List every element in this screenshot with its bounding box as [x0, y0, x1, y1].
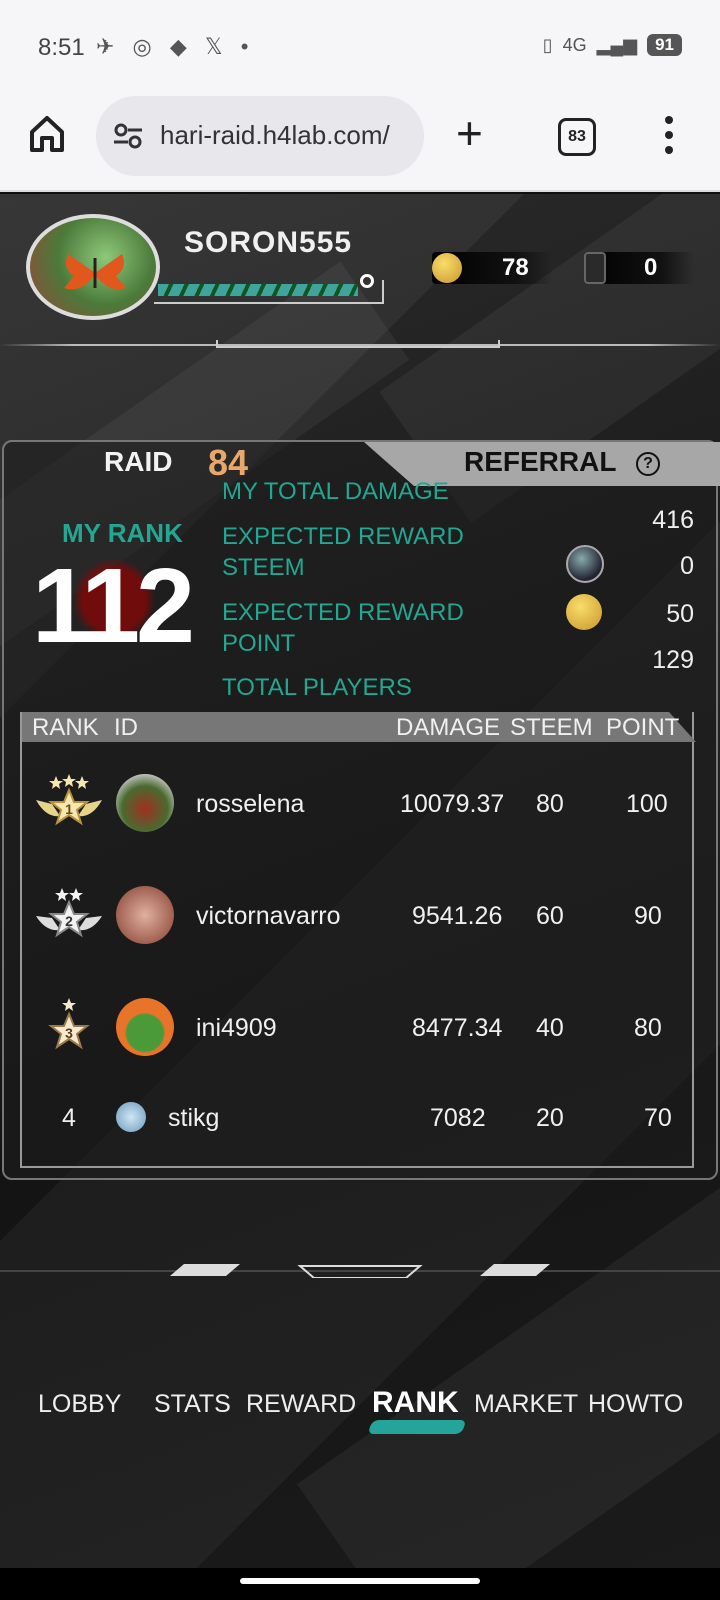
user-id: ini4909 — [196, 1014, 277, 1042]
user-avatar — [116, 998, 174, 1056]
address-bar[interactable]: hari-raid.h4lab.com/ — [96, 96, 424, 176]
ticket-amount: 0 — [644, 254, 658, 281]
user-id: victornavarro — [196, 902, 341, 930]
nav-divider-ornament — [170, 1264, 550, 1278]
bottom-nav: LOBBY STATS REWARD RANK MARKET HOWTO — [0, 1386, 720, 1434]
battery-icon: 91 — [647, 34, 682, 56]
nav-item-rank[interactable]: RANK — [372, 1386, 459, 1420]
ticket-icon — [584, 252, 606, 284]
rank-1-badge-icon: 1 — [36, 774, 102, 826]
reward-point-value: 50 — [666, 600, 694, 628]
experience-bar — [154, 274, 384, 304]
gesture-bar — [0, 1568, 720, 1600]
nav-item-market[interactable]: MARKET — [474, 1390, 578, 1419]
status-bar: 8:51 ✈ ◎ ◆ 𝕏 • ▯ 4G ▂▄▆ 91 — [0, 0, 720, 92]
my-rank-value: 112 — [32, 547, 195, 665]
user-avatar — [116, 1102, 146, 1132]
nav-item-reward[interactable]: REWARD — [246, 1390, 356, 1419]
user-steem: 40 — [536, 1014, 564, 1042]
user-damage: 10079.37 — [400, 790, 505, 818]
table-row[interactable]: 4 stikg 7082 20 70 — [22, 1074, 696, 1164]
player-name: SORON555 — [184, 226, 353, 259]
svg-text:3: 3 — [65, 1025, 73, 1041]
tab-referral-label[interactable]: REFERRAL — [464, 446, 616, 478]
user-avatar — [116, 774, 174, 832]
vibrate-icon: ▯ — [542, 34, 553, 55]
new-tab-icon[interactable]: + — [456, 110, 483, 156]
signal-icon: ▂▄▆ — [596, 34, 638, 55]
user-point: 100 — [626, 790, 668, 818]
active-tab-indicator — [367, 1420, 467, 1434]
user-damage: 8477.34 — [412, 1014, 503, 1042]
tab-raid[interactable]: RAID — [104, 446, 172, 478]
background-stripe — [296, 1140, 720, 1568]
user-damage: 7082 — [430, 1104, 486, 1132]
total-damage-value: 416 — [652, 506, 694, 534]
svg-text:2: 2 — [65, 913, 73, 929]
experience-marker — [360, 274, 374, 288]
rank-number: 4 — [62, 1104, 76, 1132]
header-id: ID — [114, 714, 138, 741]
rank-3-badge-icon: 3 — [48, 998, 90, 1050]
url-text[interactable]: hari-raid.h4lab.com/ — [160, 120, 410, 151]
nav-item-howto[interactable]: HOWTO — [588, 1390, 683, 1419]
total-players-label: TOTAL PLAYERS — [222, 674, 412, 701]
notification-icons: ✈ ◎ ◆ 𝕏 • — [96, 34, 255, 59]
network-label: 4G — [562, 34, 587, 55]
coin-amount: 78 — [502, 254, 529, 281]
coin-icon — [432, 253, 462, 283]
coin-counter: 78 — [432, 248, 552, 288]
point-coin-icon — [566, 594, 602, 630]
site-settings-icon[interactable] — [112, 120, 144, 152]
status-time: 8:51 — [38, 34, 85, 61]
ticket-counter: 0 — [584, 248, 694, 288]
table-row[interactable]: 1 rosselena 10079.37 80 100 — [22, 758, 696, 848]
user-steem: 20 — [536, 1104, 564, 1132]
raid-panel: RAID 84 REFERRAL ? MY RANK 112 MY TOTAL … — [2, 440, 720, 1180]
total-damage-label: MY TOTAL DAMAGE — [222, 478, 449, 505]
user-damage: 9541.26 — [412, 902, 503, 930]
table-row[interactable]: 3 ini4909 8477.34 40 80 — [22, 982, 696, 1072]
header-steem: STEEM — [510, 714, 593, 741]
header-point: POINT — [606, 714, 680, 741]
nav-item-stats[interactable]: STATS — [154, 1390, 231, 1419]
ranking-table: RANK ID DAMAGE STEEM POINT 1 rosselena 1… — [20, 712, 696, 1168]
browser-toolbar: hari-raid.h4lab.com/ + 83 — [0, 92, 720, 192]
total-players-value: 129 — [652, 646, 694, 674]
butterfly-image — [64, 254, 126, 290]
rank-2-badge-icon: 2 — [36, 888, 102, 938]
user-point: 70 — [644, 1104, 672, 1132]
reward-steem-label: EXPECTED REWARD STEEM — [222, 523, 464, 581]
game-screen: SORON555 78 0 RAID 84 REFERRAL ? MY RANK… — [0, 194, 720, 1568]
tab-switcher-button[interactable]: 83 — [558, 118, 596, 156]
steem-icon — [566, 545, 604, 583]
reward-steem-value: 0 — [680, 552, 694, 580]
user-id: stikg — [168, 1104, 220, 1132]
nav-item-lobby[interactable]: LOBBY — [38, 1390, 121, 1419]
user-steem: 60 — [536, 902, 564, 930]
svg-text:1: 1 — [65, 801, 73, 817]
user-point: 80 — [634, 1014, 662, 1042]
table-row[interactable]: 2 victornavarro 9541.26 60 90 — [22, 870, 696, 960]
home-indicator[interactable] — [240, 1578, 480, 1584]
experience-fill — [158, 284, 358, 296]
user-point: 90 — [634, 902, 662, 930]
reward-point-label: EXPECTED REWARD POINT — [222, 599, 464, 657]
home-icon[interactable] — [26, 112, 68, 154]
overflow-menu-icon[interactable] — [664, 112, 674, 162]
user-avatar — [116, 886, 174, 944]
my-rank-label: MY RANK — [62, 518, 183, 548]
help-icon[interactable]: ? — [636, 452, 660, 476]
header-divider — [0, 340, 720, 348]
header-rank: RANK — [32, 714, 99, 741]
user-steem: 80 — [536, 790, 564, 818]
profile-avatar[interactable] — [26, 214, 160, 320]
user-id: rosselena — [196, 790, 305, 818]
header-damage: DAMAGE — [396, 714, 501, 741]
status-right: ▯ 4G ▂▄▆ 91 — [543, 34, 682, 56]
